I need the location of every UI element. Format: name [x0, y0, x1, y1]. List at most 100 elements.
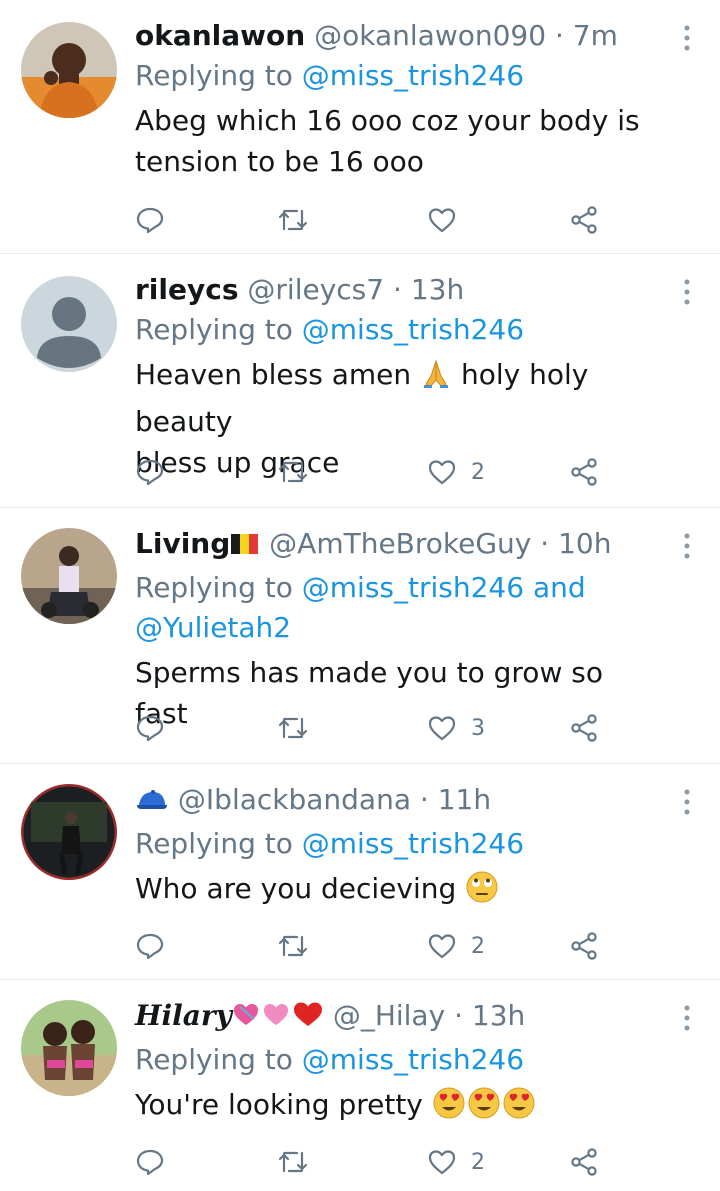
action-bar: 3: [135, 710, 615, 746]
retweet-icon: [278, 1151, 308, 1173]
avatar[interactable]: [21, 784, 117, 880]
like-button[interactable]: 2: [427, 454, 485, 490]
reply-button[interactable]: [135, 454, 165, 490]
handle[interactable]: @rileycs7: [247, 273, 384, 306]
reply-tweet[interactable]: okanlawon @okanlawon090 · 7m Replying to…: [0, 0, 720, 254]
display-name[interactable]: rileycs: [135, 273, 239, 306]
share-button[interactable]: [569, 928, 599, 964]
reply-button[interactable]: [135, 710, 165, 746]
avatar[interactable]: [21, 1000, 117, 1096]
separator-dot: ·: [540, 527, 550, 560]
tweet-text-line: You're looking pretty: [135, 1084, 660, 1131]
reply-feed: okanlawon @okanlawon090 · 7m Replying to…: [0, 0, 720, 1191]
belgium-flag-emoji: [230, 528, 260, 568]
reply-button[interactable]: [135, 928, 165, 964]
more-options-icon[interactable]: [682, 788, 692, 816]
replying-to-label: Replying to: [135, 827, 293, 860]
retweet-icon: [278, 717, 308, 739]
handle[interactable]: @okanlawon090: [314, 19, 546, 52]
share-icon: [571, 932, 597, 960]
heart-icon: [428, 1150, 456, 1175]
tweet-text-line: tension to be 16 ooo: [135, 145, 424, 178]
reply-icon: [136, 715, 164, 742]
reply-mention[interactable]: @miss_trish246: [302, 571, 524, 604]
display-name[interactable]: okanlawon: [135, 19, 305, 52]
reply-mention[interactable]: @Yulietah2: [135, 611, 291, 644]
share-button[interactable]: [569, 1144, 599, 1180]
reply-button[interactable]: [135, 1144, 165, 1180]
share-button[interactable]: [569, 454, 599, 490]
hearts-emoji: [232, 999, 324, 1040]
avatar[interactable]: [21, 276, 117, 372]
share-button[interactable]: [569, 202, 599, 238]
reply-icon: [136, 459, 164, 486]
display-name[interactable]: Living: [135, 527, 230, 560]
avatar[interactable]: [21, 22, 117, 118]
action-bar: 2: [135, 454, 615, 490]
like-button[interactable]: 2: [427, 1144, 485, 1180]
more-options-icon[interactable]: [682, 532, 692, 560]
reply-tweet[interactable]: Hilary @_Hilay · 13h Replying to @miss_t…: [0, 980, 720, 1191]
reply-and-label: and: [532, 571, 586, 604]
eye-roll-emoji: [465, 870, 499, 915]
reply-mention[interactable]: @miss_trish246: [302, 1043, 524, 1076]
like-count: 2: [471, 1149, 485, 1175]
retweet-icon: [278, 461, 308, 483]
more-options-icon[interactable]: [682, 24, 692, 52]
action-bar: [135, 202, 615, 238]
reply-button[interactable]: [135, 202, 165, 238]
share-icon: [571, 714, 597, 742]
like-button[interactable]: [427, 202, 471, 238]
more-options-icon[interactable]: [682, 278, 692, 306]
action-bar: 2: [135, 928, 615, 964]
timestamp[interactable]: 10h: [558, 527, 611, 560]
handle[interactable]: @Iblackbandana: [178, 783, 411, 816]
retweet-icon: [278, 935, 308, 957]
handle[interactable]: @_Hilay: [333, 999, 445, 1032]
timestamp[interactable]: 13h: [411, 273, 464, 306]
timestamp[interactable]: 13h: [472, 999, 525, 1032]
share-button[interactable]: [569, 710, 599, 746]
reply-tweet[interactable]: Living @AmTheBrokeGuy · 10h Replying to …: [0, 508, 720, 764]
handle[interactable]: @AmTheBrokeGuy: [269, 527, 531, 560]
reply-tweet[interactable]: @Iblackbandana · 11h Replying to @miss_t…: [0, 764, 720, 980]
like-button[interactable]: 2: [427, 928, 485, 964]
tweet-text-part: Who are you decieving: [135, 872, 466, 905]
tweet-text: You're looking pretty: [135, 1084, 660, 1131]
avatar[interactable]: [21, 528, 117, 624]
tweet-text-part: You're looking pretty: [135, 1088, 432, 1121]
like-count: 3: [471, 715, 485, 741]
reply-icon: [136, 933, 164, 960]
retweet-button[interactable]: [277, 928, 309, 964]
retweet-button[interactable]: [277, 454, 309, 490]
share-icon: [571, 1148, 597, 1176]
timestamp[interactable]: 7m: [573, 19, 618, 52]
separator-dot: ·: [454, 999, 463, 1032]
display-name[interactable]: Hilary: [135, 999, 232, 1032]
heart-icon: [428, 460, 456, 485]
like-count: 2: [471, 933, 485, 959]
heart-icon: [428, 716, 456, 741]
share-icon: [571, 206, 597, 234]
heart-icon: [428, 934, 456, 959]
blue-cap-emoji: [135, 784, 169, 824]
reply-mention[interactable]: @miss_trish246: [302, 59, 524, 92]
replying-to-label: Replying to: [135, 313, 293, 346]
retweet-button[interactable]: [277, 710, 309, 746]
tweet-text: Abeg which 16 ooo coz your body is tensi…: [135, 100, 660, 182]
like-button[interactable]: 3: [427, 710, 485, 746]
retweet-button[interactable]: [277, 1144, 309, 1180]
retweet-button[interactable]: [277, 202, 309, 238]
reply-mention[interactable]: @miss_trish246: [302, 313, 524, 346]
timestamp[interactable]: 11h: [438, 783, 491, 816]
reply-mention[interactable]: @miss_trish246: [302, 827, 524, 860]
reply-icon: [136, 207, 164, 234]
reply-icon: [136, 1149, 164, 1176]
retweet-icon: [278, 209, 308, 231]
more-options-icon[interactable]: [682, 1004, 692, 1032]
tweet-text: Who are you decieving: [135, 868, 660, 915]
tweet-text-line: Heaven bless amen holy holy beauty: [135, 354, 660, 442]
reply-tweet[interactable]: rileycs @rileycs7 · 13h Replying to @mis…: [0, 254, 720, 508]
like-count: 2: [471, 459, 485, 485]
action-bar: 2: [135, 1144, 615, 1180]
